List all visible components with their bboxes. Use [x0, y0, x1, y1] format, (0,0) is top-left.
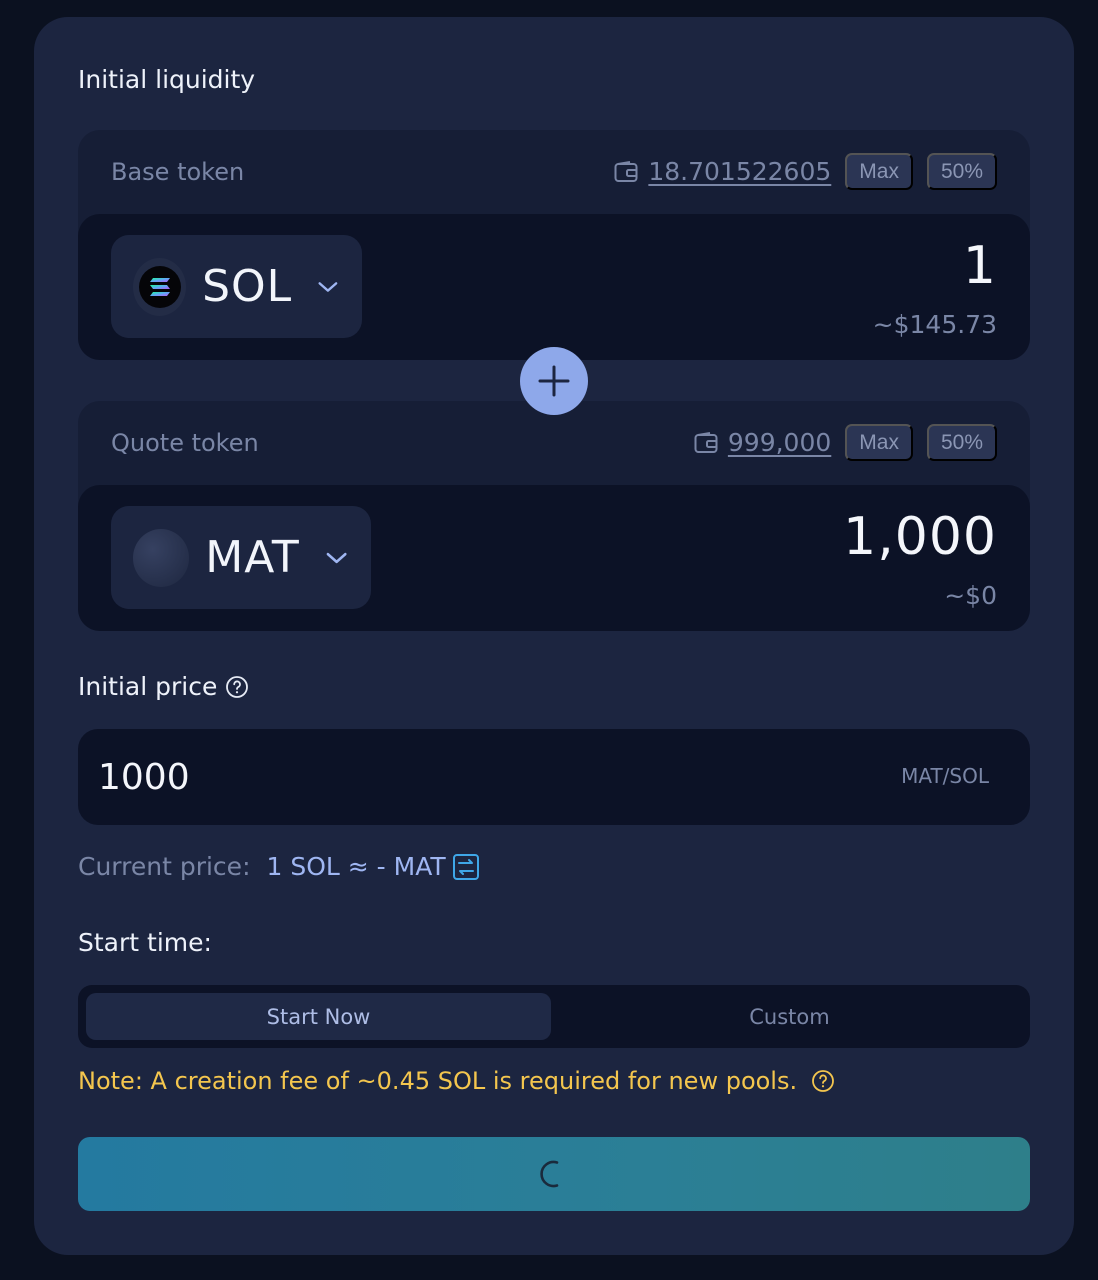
base-token-label: Base token [111, 158, 245, 186]
create-pool-button[interactable] [78, 1137, 1030, 1211]
quote-balance-value[interactable]: 999,000 [728, 428, 831, 457]
initial-price-input[interactable] [98, 749, 798, 805]
base-token-selector[interactable]: SOL [111, 235, 362, 338]
chevron-down-icon [318, 281, 338, 292]
custom-option[interactable]: Custom [557, 993, 1022, 1040]
swap-icon[interactable] [452, 853, 480, 881]
section-title: Initial liquidity [78, 65, 256, 94]
initial-price-unit: MAT/SOL [901, 764, 989, 788]
base-max-button[interactable]: Max [845, 153, 913, 190]
token-placeholder-icon [133, 528, 190, 587]
initial-price-field: MAT/SOL [78, 729, 1030, 825]
wallet-icon [694, 431, 718, 453]
creation-fee-note: Note: A creation fee of ~0.45 SOL is req… [78, 1067, 835, 1095]
base-token-panel: Base token 18.701522605 Max 50% SOL 1 ~$… [78, 130, 1030, 360]
base-balance-row: 18.701522605 Max 50% [614, 153, 997, 190]
chevron-down-icon [326, 552, 347, 563]
initial-price-label: Initial price [78, 672, 218, 701]
base-balance-value[interactable]: 18.701522605 [648, 157, 831, 186]
initial-price-heading: Initial price [78, 672, 249, 701]
base-token-symbol: SOL [202, 261, 293, 312]
current-price-value: 1 SOL ≈ - MAT [266, 852, 446, 881]
base-token-input-area: SOL 1 ~$145.73 [78, 214, 1030, 360]
base-token-header: Base token 18.701522605 Max 50% [78, 130, 1030, 214]
spinner-icon [540, 1160, 559, 1188]
plus-icon [538, 365, 570, 397]
add-icon-button[interactable] [520, 347, 588, 415]
quote-token-selector[interactable]: MAT [111, 506, 371, 609]
start-time-label: Start time: [78, 928, 212, 957]
current-price-row: Current price: 1 SOL ≈ - MAT [78, 852, 480, 881]
initial-liquidity-card: Initial liquidity Base token 18.70152260… [34, 17, 1074, 1255]
start-now-option[interactable]: Start Now [86, 993, 551, 1040]
base-half-button[interactable]: 50% [926, 153, 997, 190]
start-time-toggle: Start Now Custom [78, 985, 1030, 1048]
quote-half-button[interactable]: 50% [926, 424, 997, 461]
quote-token-panel: Quote token 999,000 Max 50% MAT 1,000 ~$… [78, 401, 1030, 631]
help-circle-icon[interactable] [225, 675, 249, 699]
wallet-icon [614, 160, 638, 182]
solana-logo-icon [133, 257, 187, 316]
current-price-label: Current price: [78, 852, 251, 881]
help-circle-icon[interactable] [811, 1069, 835, 1093]
quote-token-input-area: MAT 1,000 ~$0 [78, 485, 1030, 631]
creation-fee-text: Note: A creation fee of ~0.45 SOL is req… [78, 1067, 798, 1095]
base-amount-input[interactable]: 1 [963, 236, 997, 296]
quote-token-label: Quote token [111, 429, 259, 457]
quote-token-symbol: MAT [205, 532, 300, 583]
quote-balance-row: 999,000 Max 50% [694, 424, 997, 461]
quote-amount-input[interactable]: 1,000 [843, 507, 997, 567]
quote-usd-value: ~$0 [944, 581, 997, 610]
quote-max-button[interactable]: Max [845, 424, 913, 461]
base-usd-value: ~$145.73 [872, 310, 997, 339]
